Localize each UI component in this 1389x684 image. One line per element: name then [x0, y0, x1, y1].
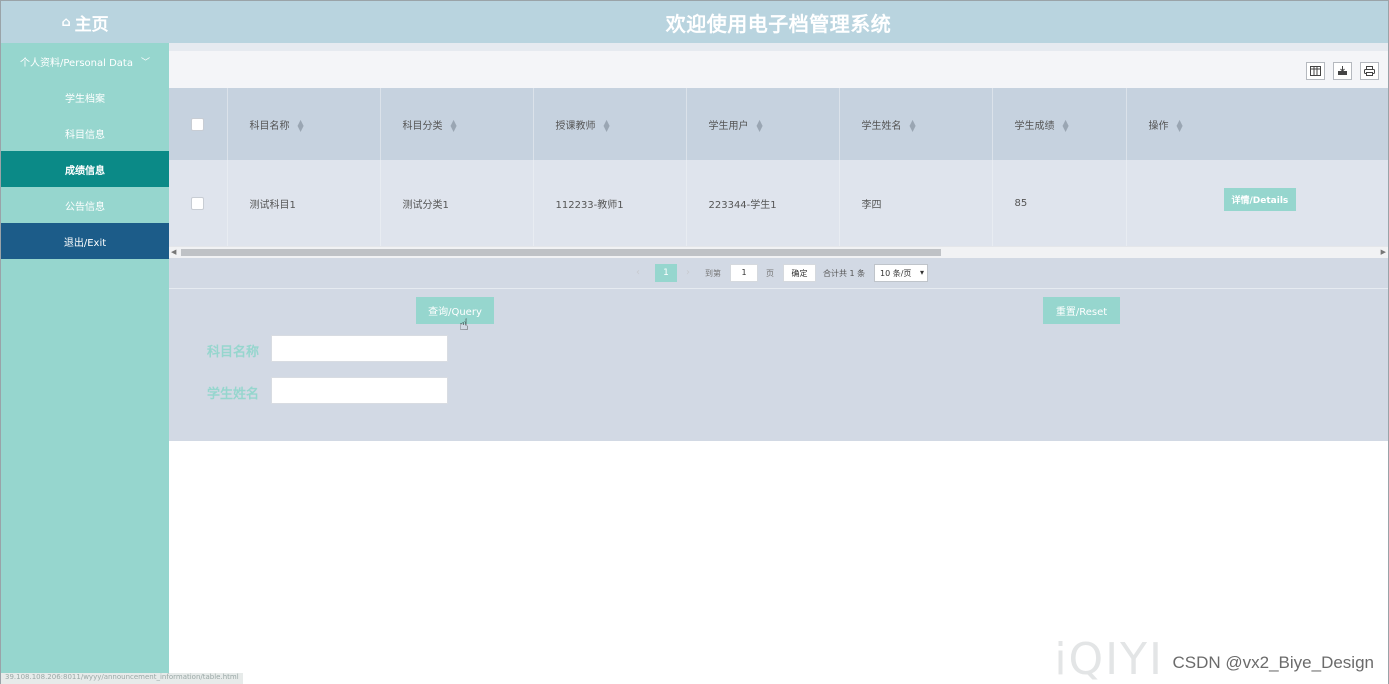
pagination: ‹ 1 › 到第 1 页 确定 合计共 1 条 10 条/页 ▾	[169, 258, 1388, 288]
horizontal-scrollbar[interactable]: ◀ ▶	[169, 246, 1388, 258]
top-header: ⌂ 主页 欢迎使用电子档管理系统	[1, 1, 1388, 43]
sidebar-group-label: 个人资料/Personal Data	[20, 57, 133, 69]
column-header-score[interactable]: 学生成绩 ▲ ▼	[992, 88, 1127, 160]
row-select-cell	[169, 160, 228, 246]
chevron-down-icon: ﹀	[140, 57, 150, 68]
page-size-select[interactable]: 10 条/页 ▾	[874, 264, 928, 282]
subject-name-label: 科目名称	[207, 345, 260, 360]
sidebar: 个人资料/Personal Data ﹀ 学生档案 科目信息 成绩信息 公告信息…	[1, 43, 169, 684]
column-header-label: 学生用户	[708, 120, 749, 132]
page-suffix: 页	[766, 269, 774, 278]
sidebar-item-label: 成绩信息	[65, 165, 105, 177]
select-all-checkbox[interactable]	[191, 117, 205, 131]
search-panel: 查询/Query 重置/Reset ☝ 科目名称 学生姓名	[169, 288, 1388, 441]
video-logo-watermark: iQIYI	[1054, 634, 1164, 684]
sidebar-item-exit[interactable]: 退出/Exit	[1, 223, 169, 259]
column-header-label: 授课教师	[555, 120, 596, 132]
sidebar-item-subject-info[interactable]: 科目信息	[1, 115, 169, 151]
goto-page-input[interactable]: 1	[730, 264, 758, 282]
columns-icon[interactable]	[1306, 62, 1325, 80]
scrollbar-thumb[interactable]	[181, 249, 941, 256]
column-header-action[interactable]: 操作 ▲ ▼	[1126, 88, 1388, 160]
column-header-label: 学生姓名	[861, 120, 902, 132]
cell-student-user: 223344-学生1	[686, 160, 840, 246]
table-toolbar	[169, 51, 1388, 88]
column-header-subject-category[interactable]: 科目分类 ▲ ▼	[380, 88, 534, 160]
column-header-label: 操作	[1148, 120, 1169, 132]
sidebar-item-label: 科目信息	[65, 129, 105, 141]
sidebar-group-personal-data[interactable]: 个人资料/Personal Data ﹀	[1, 43, 169, 79]
sidebar-item-label: 学生档案	[65, 93, 105, 105]
house-outline-icon: ⌂	[61, 14, 71, 30]
sidebar-item-label: 公告信息	[65, 201, 105, 213]
cell-subject-name: 测试科目1	[227, 160, 381, 246]
cell-action: 详情/Details	[1126, 160, 1388, 246]
column-header-subject-name[interactable]: 科目名称 ▲ ▼	[227, 88, 381, 160]
export-icon[interactable]	[1333, 62, 1352, 80]
status-bar-url: 39.108.108.206:8011/wyyy/announcement_in…	[1, 673, 243, 684]
sort-icon[interactable]: ▲ ▼	[1177, 118, 1183, 132]
scroll-left-icon[interactable]: ◀	[171, 248, 176, 256]
table-header-row: 科目名称 ▲ ▼ 科目分类 ▲ ▼ 授课教师 ▲ ▼ 学生用户 ▲ ▼ 学生姓名 ▲ ▼ 学生成绩 ▲…	[169, 88, 1388, 160]
cell-subject-category: 测试分类1	[380, 160, 534, 246]
page-size-value: 10 条/页	[880, 268, 912, 278]
header-select-all-cell	[169, 88, 228, 160]
sidebar-item-announcement-info[interactable]: 公告信息	[1, 187, 169, 223]
column-header-teacher[interactable]: 授课教师 ▲ ▼	[533, 88, 687, 160]
csdn-watermark: CSDN @vx2_Biye_Design	[1172, 653, 1374, 672]
sidebar-item-label: 退出/Exit	[63, 237, 107, 249]
student-name-input[interactable]	[271, 377, 448, 404]
chevron-down-icon: ▾	[919, 268, 924, 277]
student-name-label: 学生姓名	[207, 387, 260, 402]
score-table: 科目名称 ▲ ▼ 科目分类 ▲ ▼ 授课教师 ▲ ▼ 学生用户 ▲ ▼ 学生姓名 ▲ ▼ 学生成绩 ▲…	[169, 88, 1388, 246]
column-header-student-user[interactable]: 学生用户 ▲ ▼	[686, 88, 840, 160]
total-count: 合计共 1 条	[823, 269, 866, 278]
column-header-student-name[interactable]: 学生姓名 ▲ ▼	[839, 88, 993, 160]
chevron-left-icon[interactable]: ‹	[636, 267, 640, 278]
site-title: 欢迎使用电子档管理系统	[665, 11, 892, 36]
page-number-current[interactable]: 1	[655, 264, 677, 282]
sort-icon[interactable]: ▲ ▼	[1063, 118, 1069, 132]
sort-icon[interactable]: ▲ ▼	[298, 118, 304, 132]
main-content: 科目名称 ▲ ▼ 科目分类 ▲ ▼ 授课教师 ▲ ▼ 学生用户 ▲ ▼ 学生姓名 ▲ ▼ 学生成绩 ▲…	[169, 43, 1388, 684]
cell-student-name: 李四	[839, 160, 993, 246]
column-header-label: 科目名称	[249, 120, 290, 132]
goto-label: 到第	[705, 269, 721, 278]
home-label: 主页	[74, 14, 109, 35]
print-icon[interactable]	[1360, 62, 1379, 80]
query-button[interactable]: 查询/Query	[416, 297, 494, 324]
cell-score: 85	[992, 160, 1127, 246]
details-button[interactable]: 详情/Details	[1223, 188, 1297, 211]
subject-name-input[interactable]	[271, 335, 448, 362]
sort-icon[interactable]: ▲ ▼	[451, 118, 457, 132]
score-table-wrapper: 科目名称 ▲ ▼ 科目分类 ▲ ▼ 授课教师 ▲ ▼ 学生用户 ▲ ▼ 学生姓名 ▲ ▼ 学生成绩 ▲…	[169, 88, 1388, 246]
column-header-label: 学生成绩	[1014, 120, 1055, 132]
hand-cursor-icon: ☝	[459, 315, 469, 334]
column-header-label: 科目分类	[402, 120, 443, 132]
app-window: ⌂ 主页 欢迎使用电子档管理系统 个人资料/Personal Data ﹀ 学生…	[0, 0, 1389, 684]
content-spacer	[169, 43, 1388, 51]
home-link[interactable]: ⌂ 主页	[1, 1, 169, 43]
sort-icon[interactable]: ▲ ▼	[757, 118, 763, 132]
reset-button[interactable]: 重置/Reset	[1043, 297, 1120, 324]
sidebar-item-student-archive[interactable]: 学生档案	[1, 79, 169, 115]
row-checkbox[interactable]	[191, 196, 205, 210]
scroll-right-icon[interactable]: ▶	[1381, 248, 1386, 256]
sort-icon[interactable]: ▲ ▼	[604, 118, 610, 132]
table-row: 测试科目1 测试分类1 112233-教师1 223344-学生1 李四 85 …	[169, 160, 1388, 246]
goto-confirm-button[interactable]: 确定	[783, 264, 816, 282]
cell-teacher: 112233-教师1	[533, 160, 687, 246]
sort-icon[interactable]: ▲ ▼	[910, 118, 916, 132]
chevron-right-icon[interactable]: ›	[686, 267, 690, 278]
sidebar-item-score-info[interactable]: 成绩信息	[1, 151, 169, 187]
